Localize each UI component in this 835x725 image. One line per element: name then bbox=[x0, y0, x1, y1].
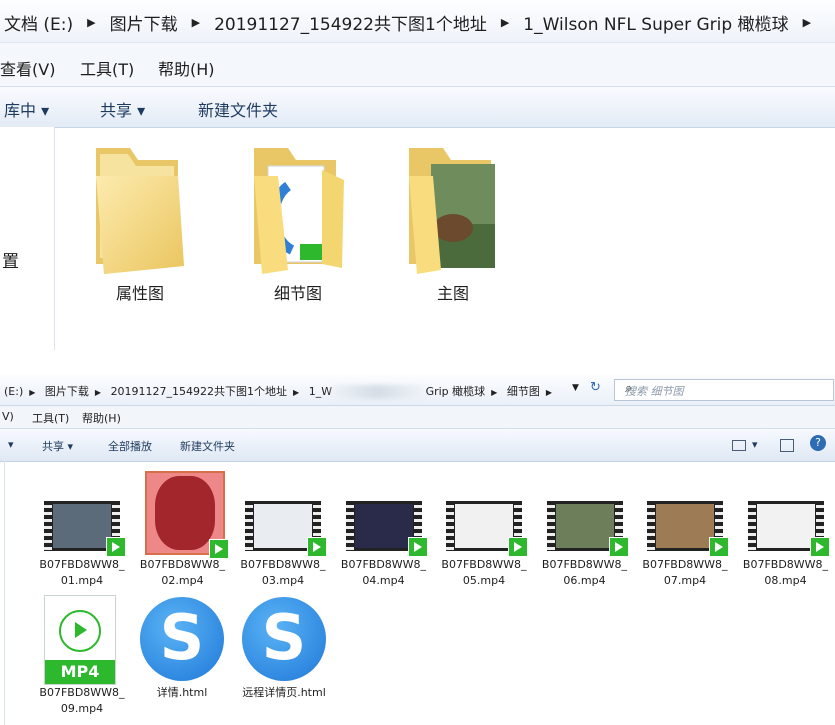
address-bar[interactable]: 文档 (E:) ▶ 图片下载 ▶ 20191127_154922共下图1个地址 ▶ 1_Wi… bbox=[0, 0, 835, 42]
share-button[interactable]: 共享 ▾ bbox=[42, 438, 73, 454]
file-name: B07FBD8WW8_ 08.mp4 bbox=[742, 558, 829, 587]
crumb[interactable]: 文档 (E:) bbox=[4, 10, 73, 35]
menu-bar: V) 工具(T) 帮助(H) bbox=[0, 406, 835, 428]
video-play-badge-icon bbox=[608, 537, 629, 557]
folder-label: 属性图 bbox=[115, 284, 164, 303]
menu-help[interactable]: 帮助(H) bbox=[158, 56, 215, 80]
video-frame bbox=[53, 504, 111, 548]
search-input[interactable]: 搜索 细节图 ⌕ bbox=[614, 379, 834, 401]
menu-bar: 查看(V) 工具(T) 帮助(H) bbox=[0, 42, 835, 87]
blurred-region bbox=[332, 385, 423, 399]
video-play-badge-icon bbox=[307, 537, 327, 557]
crumb[interactable]: 图片下载 bbox=[45, 385, 89, 398]
preview-pane-icon[interactable] bbox=[780, 439, 794, 452]
nav-label[interactable]: 置 bbox=[2, 247, 19, 272]
video-play-badge-icon bbox=[709, 537, 729, 557]
mp4-file-icon: MP4 bbox=[44, 595, 116, 685]
breadcrumb: (E:) ▶ 图片下载 ▶ 20191127_154922共下图1个地址 ▶ 1_W … bbox=[4, 385, 552, 399]
refresh-icon[interactable]: ↻ bbox=[590, 380, 601, 395]
menu-view[interactable]: V) bbox=[2, 410, 14, 423]
navigation-pane bbox=[0, 461, 5, 725]
search-icon[interactable]: ⌕ bbox=[625, 381, 831, 396]
folder-label: 主图 bbox=[436, 284, 469, 303]
view-options-icon[interactable] bbox=[732, 440, 746, 451]
crumb[interactable]: 图片下载 bbox=[110, 10, 178, 35]
menu-view[interactable]: 查看(V) bbox=[0, 56, 55, 80]
video-play-badge-icon bbox=[809, 537, 830, 557]
help-icon[interactable]: ? bbox=[810, 435, 826, 451]
menu-help[interactable]: 帮助(H) bbox=[82, 410, 121, 426]
file-name: B07FBD8WW8_ 04.mp4 bbox=[340, 558, 427, 587]
sogou-html-icon: S bbox=[242, 597, 326, 681]
video-frame bbox=[555, 504, 614, 548]
breadcrumb: 文档 (E:) ▶ 图片下载 ▶ 20191127_154922共下图1个地址 ▶ 1_Wi… bbox=[4, 10, 825, 35]
folder-item-0[interactable]: 属性图 bbox=[90, 140, 190, 303]
explorer-window-bottom: (E:) ▶ 图片下载 ▶ 20191127_154922共下图1个地址 ▶ 1_W … bbox=[0, 375, 835, 725]
include-in-library-button[interactable]: 库中 ▾ bbox=[4, 97, 49, 121]
video-play-badge-icon bbox=[407, 537, 428, 557]
folder-icon bbox=[409, 148, 495, 274]
folder-icon bbox=[96, 148, 184, 274]
video-thumbnail bbox=[446, 501, 528, 557]
file-name: B07FBD8WW8_ 09.mp4 bbox=[39, 686, 125, 715]
file-name: B07FBD8WW8_ 01.mp4 bbox=[39, 558, 125, 587]
mp4-label: MP4 bbox=[45, 660, 115, 684]
share-button[interactable]: 共享 ▾ bbox=[100, 97, 145, 121]
crumb[interactable]: 细节图 bbox=[507, 385, 540, 398]
breadcrumb-arrow-icon[interactable]: ▶ bbox=[501, 16, 509, 29]
video-frame bbox=[354, 504, 413, 548]
video-frame bbox=[254, 504, 312, 548]
file-name: B07FBD8WW8_ 07.mp4 bbox=[642, 558, 728, 587]
file-name: 远程详情页.html bbox=[242, 686, 326, 699]
file-name: 详情.html bbox=[156, 686, 208, 699]
video-thumbnail bbox=[144, 471, 229, 559]
crumb[interactable]: Grip 橄榄球 bbox=[426, 385, 486, 398]
crumb[interactable]: 1_Wilson NFL Super Grip 橄榄球 bbox=[523, 10, 788, 35]
video-play-badge-icon bbox=[106, 537, 126, 557]
crumb[interactable]: (E:) bbox=[4, 385, 23, 398]
file-name: B07FBD8WW8_ 06.mp4 bbox=[541, 558, 628, 587]
breadcrumb-arrow-icon[interactable]: ▶ bbox=[192, 16, 200, 29]
video-frame bbox=[756, 504, 815, 548]
sogou-html-icon: S bbox=[140, 597, 224, 681]
new-folder-button[interactable]: 新建文件夹 bbox=[180, 438, 235, 454]
breadcrumb-arrow-icon[interactable]: ▶ bbox=[803, 16, 811, 29]
video-thumbnail bbox=[647, 501, 729, 557]
crumb[interactable]: 1_W bbox=[309, 385, 332, 398]
explorer-window-top: 文档 (E:) ▶ 图片下载 ▶ 20191127_154922共下图1个地址 ▶ 1_Wi… bbox=[0, 0, 835, 350]
video-thumbnail bbox=[747, 501, 830, 557]
file-name: B07FBD8WW8_ 02.mp4 bbox=[139, 558, 226, 587]
video-play-badge-icon bbox=[508, 537, 528, 557]
video-thumbnail bbox=[546, 501, 629, 557]
crumb[interactable]: 20191127_154922共下图1个地址 bbox=[214, 10, 487, 35]
history-dropdown-icon[interactable]: ▼ bbox=[572, 383, 579, 393]
address-bar[interactable]: (E:) ▶ 图片下载 ▶ 20191127_154922共下图1个地址 ▶ 1_W … bbox=[0, 375, 835, 406]
crumb[interactable]: 20191127_154922共下图1个地址 bbox=[111, 385, 287, 398]
video-frame bbox=[154, 476, 215, 550]
video-thumbnail bbox=[44, 501, 126, 557]
menu-tools[interactable]: 工具(T) bbox=[80, 56, 134, 80]
file-name: B07FBD8WW8_ 03.mp4 bbox=[240, 558, 326, 587]
breadcrumb-arrow-icon[interactable]: ▶ bbox=[87, 16, 95, 29]
video-thumbnail bbox=[245, 501, 327, 557]
new-folder-button[interactable]: 新建文件夹 bbox=[198, 97, 278, 121]
video-play-badge-icon bbox=[208, 539, 229, 559]
video-frame bbox=[455, 504, 513, 548]
toolbar: 库中 ▾ 共享 ▾ 新建文件夹 bbox=[0, 86, 835, 128]
play-all-button[interactable]: 全部播放 bbox=[108, 438, 152, 454]
menu-tools[interactable]: 工具(T) bbox=[32, 410, 69, 426]
toolbar: ▾ 共享 ▾ 全部播放 新建文件夹 ▾ ? bbox=[0, 428, 835, 462]
video-thumbnail bbox=[345, 501, 428, 557]
file-name: B07FBD8WW8_ 05.mp4 bbox=[441, 558, 527, 587]
view-dropdown-icon[interactable]: ▾ bbox=[752, 438, 758, 451]
video-frame bbox=[656, 504, 714, 548]
folder-icon bbox=[254, 148, 344, 274]
folder-label: 细节图 bbox=[273, 284, 322, 303]
toolbar-dropdown-arrow[interactable]: ▾ bbox=[8, 438, 14, 451]
navigation-pane: 置 bbox=[0, 127, 55, 350]
folder-item-1[interactable]: 细节图 bbox=[248, 140, 348, 303]
folder-item-2[interactable]: 主图 bbox=[403, 140, 503, 303]
